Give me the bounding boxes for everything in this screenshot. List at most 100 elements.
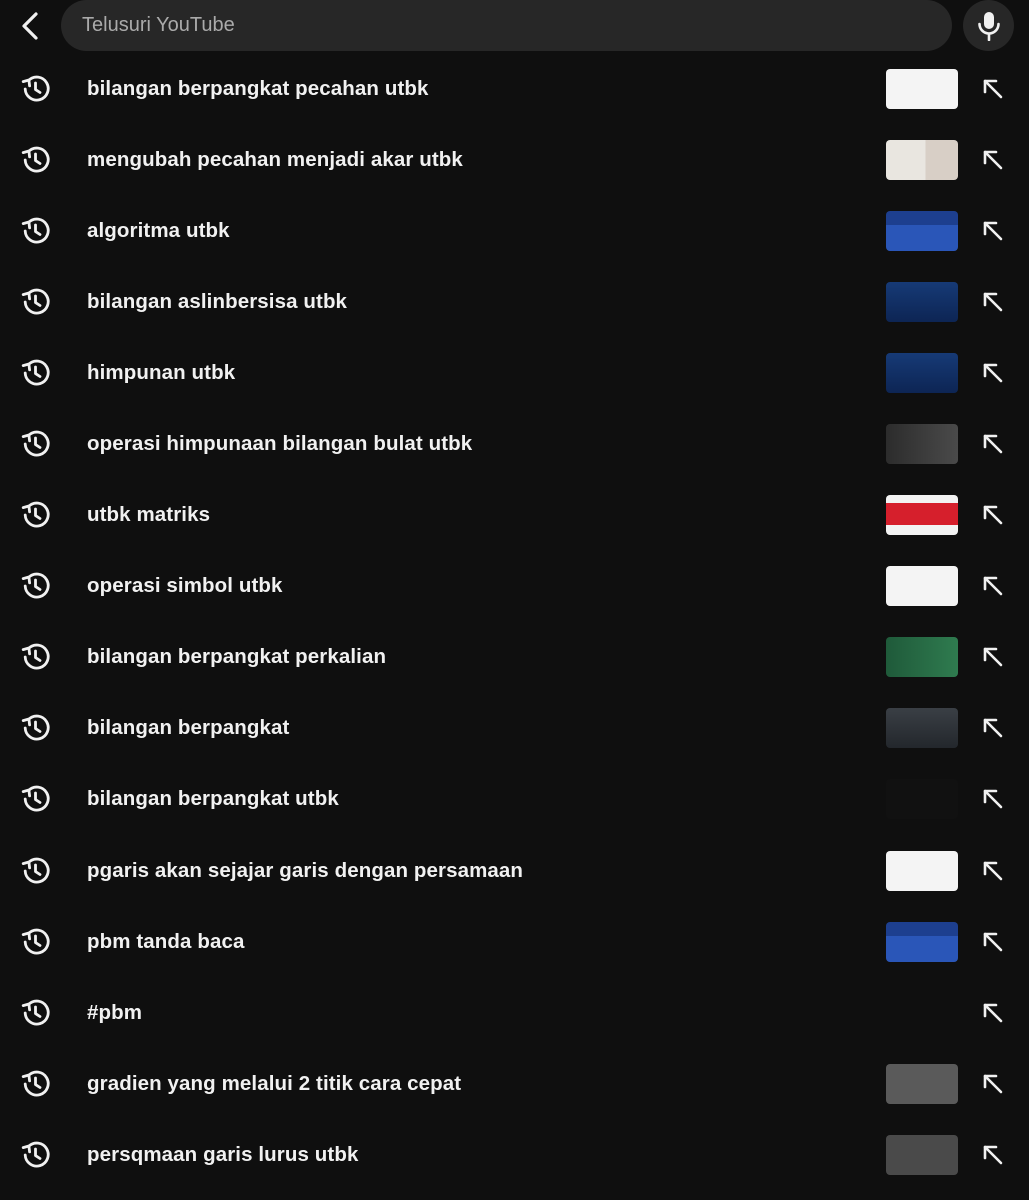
suggestion-thumbnail [886,424,958,465]
suggestion-thumbnail [886,779,958,820]
suggestion-thumbnail [886,352,958,393]
history-icon [21,786,50,812]
suggestion-label: operasi himpunaan bilangan bulat utbk [87,432,473,456]
suggestion-label: bilangan berpangkat utbk [87,787,339,811]
chevron-left-icon [22,12,38,40]
history-icon [21,928,50,955]
fill-query-button[interactable] [978,927,1008,957]
arrow-up-left-icon [983,292,1003,312]
suggestion-label: mengubah pecahan menjadi akar utbk [87,147,463,171]
suggestion-label: pbm tanda baca [87,929,245,953]
fill-query-button[interactable] [978,1069,1008,1099]
fill-query-button[interactable] [978,571,1008,601]
history-icon [21,146,50,173]
fill-query-button[interactable] [978,287,1008,317]
fill-query-button[interactable] [978,713,1008,743]
suggestion-thumbnail [886,495,958,536]
suggestion-item[interactable]: pgaris akan sejajar garis dengan persama… [0,835,1029,906]
suggestion-label: persqmaan garis lurus utbk [87,1142,359,1166]
suggestion-label: bilangan berpangkat pecahan utbk [87,76,429,100]
arrow-up-left-icon [983,363,1003,383]
suggestion-thumbnail [886,139,958,180]
fill-query-button[interactable] [978,429,1008,459]
suggestion-thumbnail [886,850,958,891]
arrow-up-left-icon [983,434,1003,454]
arrow-up-left-icon [983,576,1003,596]
arrow-up-left-icon [983,861,1003,880]
suggestion-label: himpunan utbk [87,360,236,384]
fill-query-button[interactable] [978,74,1008,104]
history-icon [21,572,50,599]
suggestion-thumbnail [886,68,958,109]
fill-query-button[interactable] [978,1140,1008,1170]
fill-query-button[interactable] [978,500,1008,530]
arrow-up-left-icon [983,790,1003,809]
fill-query-button[interactable] [978,856,1008,886]
suggestion-label: algoritma utbk [87,218,230,242]
back-button[interactable] [12,6,48,46]
suggestion-label: bilangan berpangkat [87,716,290,740]
arrow-up-left-icon [983,79,1003,98]
suggestion-item[interactable]: persqmaan garis lurus utbk [0,1119,1029,1190]
fill-query-button[interactable] [978,642,1008,672]
suggestion-list: bilangan berpangkat pecahan utbk menguba… [0,53,1029,1191]
history-icon [21,1070,50,1097]
history-icon [21,430,50,457]
suggestion-thumbnail [886,210,958,251]
suggestion-item[interactable]: himpunan utbk [0,337,1029,408]
suggestion-item[interactable]: pbm tanda baca [0,906,1029,977]
suggestion-item[interactable]: bilangan berpangkat perkalian [0,622,1029,693]
suggestion-item[interactable]: operasi simbol utbk [0,551,1029,622]
suggestion-thumbnail [886,637,958,678]
suggestion-label: #pbm [87,1000,143,1024]
history-icon [21,217,50,244]
fill-query-button[interactable] [978,998,1008,1028]
top-bar [0,0,1029,52]
history-icon [21,715,50,741]
history-icon [21,643,50,670]
suggestion-item[interactable]: #pbm [0,977,1029,1048]
history-icon [21,75,50,101]
suggestion-label: bilangan berpangkat perkalian [87,645,387,669]
suggestion-thumbnail [886,1063,958,1104]
suggestion-item[interactable]: algoritma utbk [0,195,1029,266]
history-icon [21,857,50,883]
suggestion-label: pgaris akan sejajar garis dengan persama… [87,858,524,882]
arrow-up-left-icon [983,505,1003,525]
history-icon [21,288,50,315]
suggestion-thumbnail [886,921,958,962]
arrow-up-left-icon [983,1003,1003,1023]
suggestion-item[interactable]: mengubah pecahan menjadi akar utbk [0,124,1029,195]
microphone-icon [977,11,1000,41]
suggestion-thumbnail [886,1134,958,1175]
history-icon [21,359,50,386]
suggestion-item[interactable]: operasi himpunaan bilangan bulat utbk [0,408,1029,479]
suggestion-thumbnail [886,708,958,749]
voice-search-button[interactable] [963,0,1014,51]
search-input[interactable] [61,0,952,51]
suggestion-item[interactable]: utbk matriks [0,480,1029,551]
suggestion-item[interactable]: bilangan berpangkat pecahan utbk [0,53,1029,124]
suggestion-item[interactable]: bilangan berpangkat [0,693,1029,764]
suggestion-thumbnail [886,566,958,607]
fill-query-button[interactable] [978,358,1008,388]
suggestion-label: bilangan aslinbersisa utbk [87,289,348,313]
history-icon [21,999,50,1026]
suggestion-item[interactable]: bilangan berpangkat utbk [0,764,1029,835]
arrow-up-left-icon [983,647,1003,667]
arrow-up-left-icon [983,1074,1003,1094]
suggestion-label: utbk matriks [87,503,211,527]
history-icon [21,501,50,528]
fill-query-button[interactable] [978,784,1008,814]
suggestion-item[interactable]: bilangan aslinbersisa utbk [0,266,1029,337]
suggestion-label: gradien yang melalui 2 titik cara cepat [87,1071,462,1095]
suggestion-label: operasi simbol utbk [87,574,283,598]
fill-query-button[interactable] [978,145,1008,175]
arrow-up-left-icon [983,719,1003,738]
fill-query-button[interactable] [978,216,1008,246]
arrow-up-left-icon [983,932,1003,951]
history-icon [21,1141,50,1168]
arrow-up-left-icon [983,221,1003,241]
suggestion-item[interactable]: gradien yang melalui 2 titik cara cepat [0,1048,1029,1119]
arrow-up-left-icon [983,150,1003,169]
